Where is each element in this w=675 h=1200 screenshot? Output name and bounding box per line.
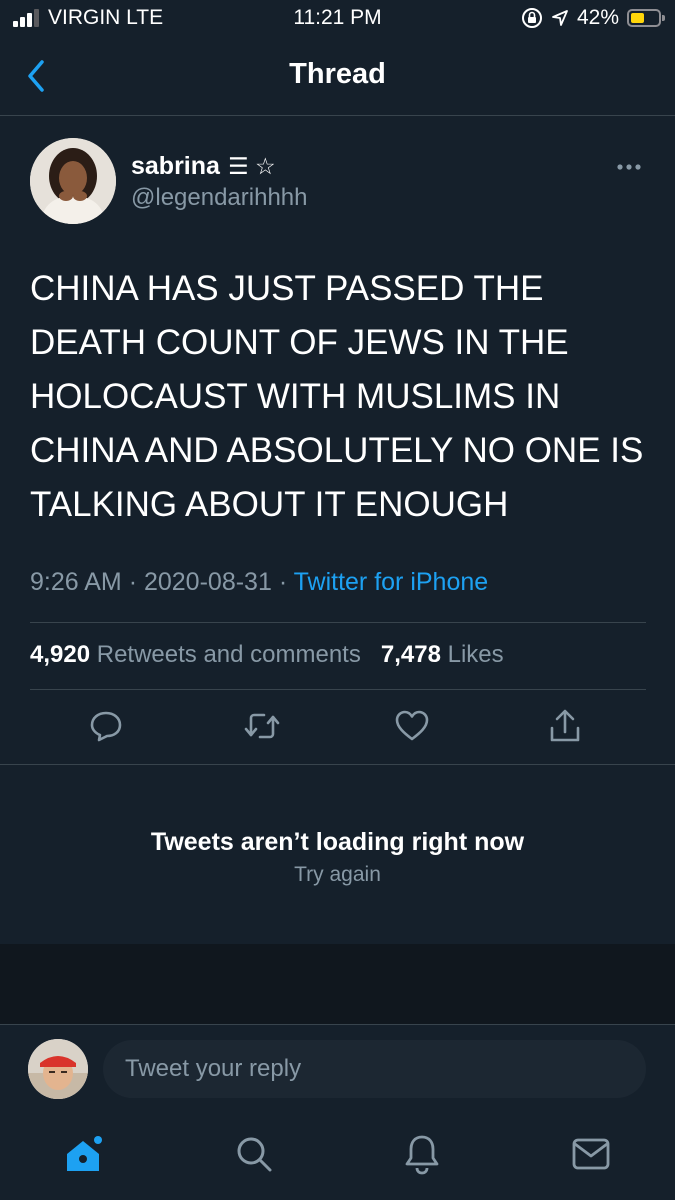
author-handle[interactable]: @legendarihhhh: [131, 184, 308, 212]
author-name[interactable]: sabrina ☰ ☆: [131, 152, 276, 181]
search-icon: [237, 1137, 272, 1172]
likes-stat[interactable]: 7,478 Likes: [381, 641, 504, 668]
avatar-image: [30, 138, 116, 224]
reply-button[interactable]: [86, 706, 126, 746]
likes-count: 7,478: [380, 641, 441, 668]
notifications-icon: [405, 1135, 439, 1175]
battery-icon: [627, 9, 665, 27]
messages-icon: [572, 1138, 610, 1170]
tab-bar: [0, 1114, 675, 1200]
empty-area: [0, 944, 675, 1024]
meta-separator: ·: [128, 568, 138, 596]
tab-notifications[interactable]: [400, 1132, 444, 1176]
try-again-button[interactable]: Try again: [294, 863, 381, 887]
author-avatar[interactable]: [30, 138, 116, 224]
home-icon: [67, 1136, 102, 1171]
reply-input[interactable]: [103, 1040, 646, 1098]
tweet-source-link[interactable]: Twitter for iPhone: [294, 568, 489, 596]
tweet-actions: [0, 706, 675, 752]
nav-bar: Thread: [0, 38, 675, 116]
tweet-time: 9:26 AM: [30, 568, 122, 596]
reply-bar: [0, 1024, 675, 1115]
avatar-image: [28, 1039, 88, 1099]
divider: [30, 689, 646, 690]
tab-home[interactable]: [62, 1132, 106, 1176]
like-icon: [395, 710, 429, 741]
author-name-text: sabrina: [131, 152, 220, 180]
retweet-icon: [244, 713, 280, 739]
tab-search[interactable]: [232, 1132, 276, 1176]
divider: [0, 764, 675, 765]
retweets-stat[interactable]: 4,920 Retweets and comments: [30, 641, 361, 668]
tweet-date: 2020-08-31: [143, 568, 272, 596]
divider: [30, 622, 646, 623]
author-name-decorations: ☰ ☆: [227, 153, 276, 179]
battery-percent: 42%: [576, 6, 619, 29]
like-button[interactable]: [392, 706, 432, 746]
load-error: Tweets aren’t loading right now Try agai…: [0, 828, 675, 887]
status-bar: VIRGIN LTE 11:21 PM 42%: [0, 0, 675, 38]
user-avatar[interactable]: [28, 1039, 88, 1099]
location-icon: [552, 10, 568, 26]
more-options-button[interactable]: [612, 160, 648, 174]
page-title: Thread: [289, 58, 386, 90]
retweets-count: 4,920: [30, 641, 91, 668]
screen-lock-icon: [521, 8, 542, 28]
tweet-text: CHINA HAS JUST PASSED THE DEATH COUNT OF…: [30, 269, 644, 524]
meta-separator: ·: [278, 568, 288, 596]
tweet-meta: 9:26 AM · 2020-08-31 · Twitter for iPhon…: [30, 568, 488, 597]
retweet-button[interactable]: [242, 706, 282, 746]
error-title: Tweets aren’t loading right now: [150, 828, 525, 856]
retweets-label: Retweets and comments: [96, 641, 361, 668]
status-right-group: 42%: [521, 5, 665, 31]
share-icon: [550, 709, 580, 742]
tab-messages[interactable]: [569, 1132, 613, 1176]
more-icon: [617, 164, 641, 170]
likes-label: Likes: [447, 641, 504, 668]
reply-icon: [90, 711, 122, 742]
tweet-stats: 4,920 Retweets and comments 7,478 Likes: [30, 641, 504, 669]
share-button[interactable]: [545, 706, 585, 746]
